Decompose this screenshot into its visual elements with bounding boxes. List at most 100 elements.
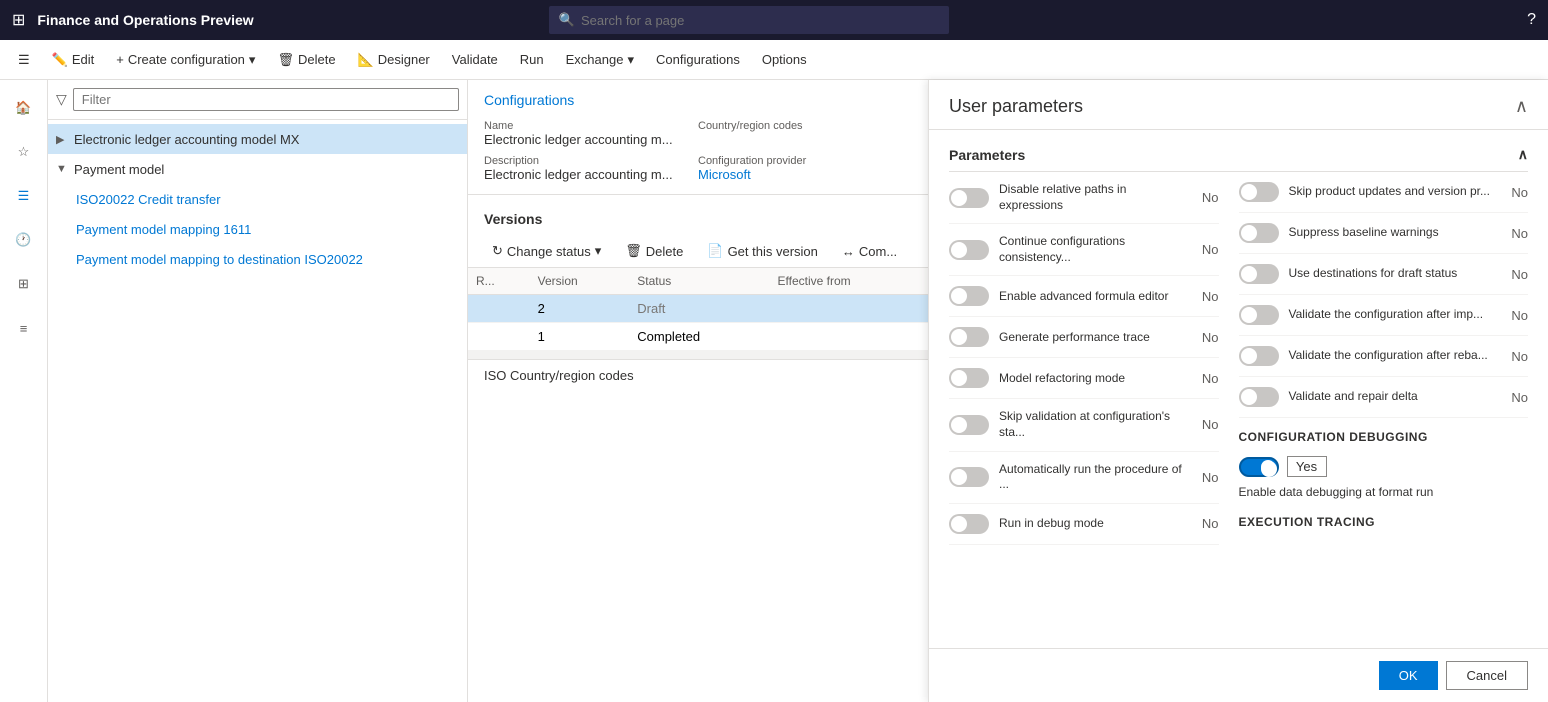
toggle-run-debug[interactable] [949,514,989,534]
nav-validate[interactable]: Validate [442,40,508,80]
delete-icon: 🗑 [277,52,294,68]
param-generate-perf: Generate performance trace No [949,317,1219,358]
tree-item-payment-mapping-1611[interactable]: Payment model mapping 1611 [48,214,467,244]
designer-icon: 📐 [358,52,374,68]
nav-hamburger[interactable]: ☰ [8,40,40,80]
toggle-model-refactor[interactable] [949,368,989,388]
provider-field: Configuration provider Microsoft [698,151,912,186]
toggle-validate-imp[interactable] [1239,305,1279,325]
horizontal-scrollbar [468,351,928,359]
chevron-down-icon: ▾ [249,52,256,68]
panel-header: User parameters ∧ [929,80,1548,130]
toggle-enable-debug[interactable] [1239,457,1279,477]
nav-designer[interactable]: 📐 Designer [348,40,440,80]
enable-data-debug-row: Yes [1239,448,1529,485]
toggle-skip-validation[interactable] [949,415,989,435]
close-panel-button[interactable]: ∧ [1515,96,1528,117]
change-status-chevron: ▾ [595,243,602,259]
ok-button[interactable]: OK [1379,661,1438,690]
toggle-enable-formula[interactable] [949,286,989,306]
param-value: No [1202,417,1219,432]
panel-title: User parameters [949,96,1083,117]
compare-btn[interactable]: ↔ Com... [834,240,905,263]
col-effective: Effective from [769,268,928,295]
row-effective [769,323,928,351]
param-label: Use destinations for draft status [1289,266,1502,282]
param-value: No [1202,242,1219,257]
help-icon[interactable]: ? [1527,11,1536,29]
param-label: Validate and repair delta [1289,389,1502,405]
tree-item-payment-mapping-dest[interactable]: Payment model mapping to destination ISO… [48,244,467,274]
tree-item-payment-model[interactable]: ▼ Payment model [48,154,467,184]
plus-icon: + [116,52,124,67]
content-panel: Configurations Name Electronic ledger ac… [468,80,928,702]
nav-run[interactable]: Run [510,40,554,80]
cancel-button[interactable]: Cancel [1446,661,1528,690]
row-r [468,323,530,351]
sidebar-grid[interactable]: ⊞ [4,264,44,304]
toggle-suppress-baseline[interactable] [1239,223,1279,243]
sidebar-home[interactable]: 🏠 [4,88,44,128]
toggle-continue-config[interactable] [949,240,989,260]
filter-input[interactable] [73,88,459,111]
param-label: Generate performance trace [999,330,1192,346]
param-continue-config: Continue configurations consistency... N… [949,224,1219,276]
param-skip-validation: Skip validation at configuration's sta..… [949,399,1219,451]
toggle-generate-perf[interactable] [949,327,989,347]
toggle-validate-reba[interactable] [1239,346,1279,366]
toggle-use-destinations[interactable] [1239,264,1279,284]
sidebar-clock[interactable]: 🕐 [4,220,44,260]
name-label: Name [484,120,698,132]
hamburger-icon: ☰ [18,52,30,68]
exchange-chevron-icon: ▾ [627,52,634,68]
grid-icon[interactable]: ⊞ [12,10,25,30]
param-validate-reba: Validate the configuration after reba...… [1239,336,1529,377]
param-label: Skip product updates and version pr... [1289,184,1502,200]
param-disable-relative: Disable relative paths in expressions No [949,172,1219,224]
top-bar: ⊞ Finance and Operations Preview 🔍 ? [0,0,1548,40]
detail-grid: Name Electronic ledger accounting m... C… [468,116,928,186]
param-run-debug: Run in debug mode No [949,504,1219,545]
table-row[interactable]: 1 Completed [468,323,928,351]
nav-options[interactable]: Options [752,40,817,80]
toggle-disable-relative[interactable] [949,188,989,208]
country-field: Country/region codes [698,116,912,151]
param-value: No [1202,190,1219,205]
provider-value: Microsoft [698,167,912,182]
sidebar-list[interactable]: ☰ [4,176,44,216]
nav-delete[interactable]: 🗑 Delete [267,40,345,80]
param-value: No [1202,470,1219,485]
delete-version-btn[interactable]: 🗑 Delete [617,239,691,263]
edit-icon: ✏️ [52,52,68,68]
param-model-refactor: Model refactoring mode No [949,358,1219,399]
nav-configurations[interactable]: Configurations [646,40,750,80]
param-label: Continue configurations consistency... [999,234,1192,265]
search-box[interactable]: 🔍 [549,6,949,34]
param-enable-formula: Enable advanced formula editor No [949,276,1219,317]
row-status: Draft [629,295,769,323]
tree-item-label: Electronic ledger accounting model MX [74,132,299,147]
panel-footer: OK Cancel [929,648,1548,702]
row-r [468,295,530,323]
sidebar-icons: 🏠 ☆ ☰ 🕐 ⊞ ≡ [0,80,48,702]
param-validate-repair: Validate and repair delta No [1239,377,1529,418]
get-this-version-btn[interactable]: 📄 Get this version [699,239,826,263]
toggle-skip-product[interactable] [1239,182,1279,202]
param-validate-imp: Validate the configuration after imp... … [1239,295,1529,336]
change-status-btn[interactable]: ↻ Change status ▾ [484,239,609,263]
collapse-icon[interactable]: ∧ [1518,146,1528,163]
sidebar-bars[interactable]: ≡ [4,308,44,348]
nav-create-config[interactable]: + Create configuration ▾ [106,40,265,80]
search-input[interactable] [581,13,939,28]
tree-item-electronic-ledger[interactable]: ▶ Electronic ledger accounting model MX [48,124,467,154]
sidebar-star[interactable]: ☆ [4,132,44,172]
toggle-validate-repair[interactable] [1239,387,1279,407]
tree-item-iso20022[interactable]: ISO20022 Credit transfer [48,184,467,214]
param-label: Disable relative paths in expressions [999,182,1192,213]
toggle-auto-run[interactable] [949,467,989,487]
table-row[interactable]: 2 Draft [468,295,928,323]
row-version: 2 [530,295,630,323]
nav-edit[interactable]: ✏️ Edit [42,40,105,80]
nav-exchange[interactable]: Exchange ▾ [556,40,644,80]
versions-table: R... Version Status Effective from 2 Dra… [468,268,928,351]
